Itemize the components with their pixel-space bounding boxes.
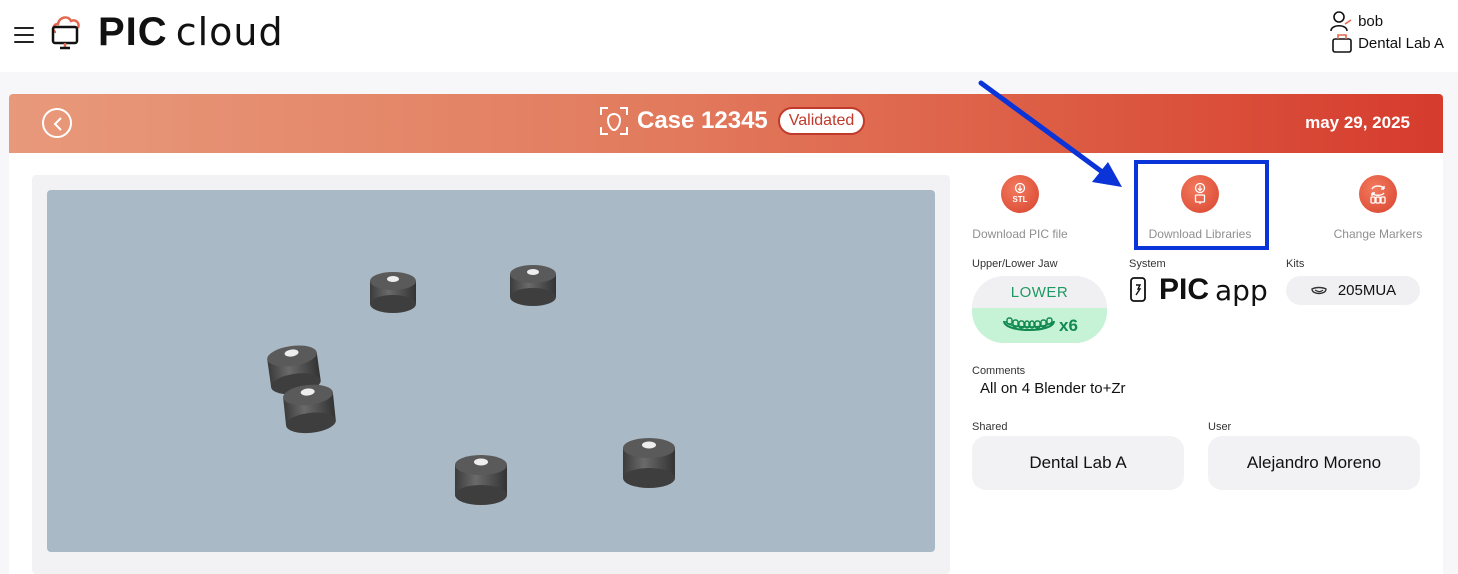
case-date: may 29, 2025	[1305, 113, 1410, 132]
logo-secondary: cloud	[175, 10, 284, 54]
lower-jaw-icon	[1003, 316, 1056, 331]
shared-value: Dental Lab A	[1029, 453, 1127, 472]
back-button[interactable]	[42, 108, 72, 138]
jaw-label: Upper/Lower Jaw	[972, 258, 1058, 270]
pic-cloud-logo-icon	[51, 16, 80, 50]
kit-badge: 205MUA	[1286, 276, 1420, 305]
top-bar: PIC cloud bob Dental Lab A	[0, 0, 1458, 72]
scan-marker[interactable]	[370, 272, 416, 313]
user-field[interactable]: Alejandro Moreno	[1208, 436, 1420, 490]
system-label: System	[1129, 258, 1166, 270]
comments-value: All on 4 Blender to+Zr	[980, 380, 1126, 397]
lab-name: Dental Lab A	[1358, 34, 1444, 52]
user-label: User	[1208, 421, 1232, 433]
change-markers-label: Change Markers	[1333, 227, 1423, 241]
lab-line: Dental Lab A	[1330, 32, 1444, 54]
change-markers-button[interactable]: Change Markers	[1298, 175, 1458, 241]
face-scan-icon	[600, 107, 628, 135]
status-badge: Validated	[777, 107, 866, 135]
system-logo-secondary: app	[1215, 273, 1268, 307]
download-pic-file-button[interactable]: STL Download PIC file	[940, 175, 1100, 241]
user-line: bob	[1330, 10, 1444, 32]
kit-value: 205MUA	[1337, 282, 1397, 299]
implant-count: x6	[1059, 315, 1078, 335]
viewer-frame	[32, 175, 950, 574]
case-title: Case 12345	[637, 107, 768, 134]
implant-scene	[267, 265, 675, 505]
highlight-box	[1134, 160, 1269, 250]
case-content: STL Download PIC file Download Libraries	[9, 153, 1443, 574]
system-logo-primary: PIC	[1159, 273, 1210, 306]
user-info[interactable]: bob Dental Lab A	[1330, 10, 1444, 54]
menu-icon[interactable]	[14, 27, 34, 43]
kit-icon	[1311, 286, 1327, 294]
scan-marker[interactable]	[455, 455, 507, 505]
user-name: bob	[1358, 12, 1384, 30]
kits-label: Kits	[1286, 258, 1305, 270]
change-markers-icon	[1359, 175, 1397, 213]
phone-icon	[1130, 277, 1146, 302]
shared-field[interactable]: Dental Lab A	[972, 436, 1184, 490]
comments-label: Comments	[972, 365, 1026, 377]
chevron-left-icon	[53, 117, 62, 131]
svg-text:STL: STL	[1012, 195, 1027, 204]
user-icon	[1330, 11, 1352, 32]
download-pic-file-label: Download PIC file	[972, 227, 1068, 241]
jaw-value: LOWER	[1010, 283, 1069, 301]
app-logo[interactable]: PIC cloud	[50, 10, 284, 54]
case-header: Case 12345 Validated	[599, 106, 866, 136]
scan-marker[interactable]	[282, 382, 337, 435]
3d-viewer[interactable]	[47, 190, 935, 552]
lab-icon	[1332, 34, 1352, 53]
scan-marker[interactable]	[510, 265, 556, 306]
logo-primary: PIC	[98, 9, 168, 54]
jaw-implants: x6	[972, 308, 1107, 343]
download-stl-icon: STL	[1001, 175, 1039, 213]
scan-marker[interactable]	[623, 438, 675, 488]
user-value: Alejandro Moreno	[1246, 453, 1382, 472]
case-banner: Case 12345 Validated may 29, 2025	[9, 94, 1443, 153]
shared-label: Shared	[972, 421, 1008, 433]
system-logo: PIC app	[1129, 273, 1268, 307]
jaw-selector[interactable]: LOWER x6	[972, 276, 1107, 343]
